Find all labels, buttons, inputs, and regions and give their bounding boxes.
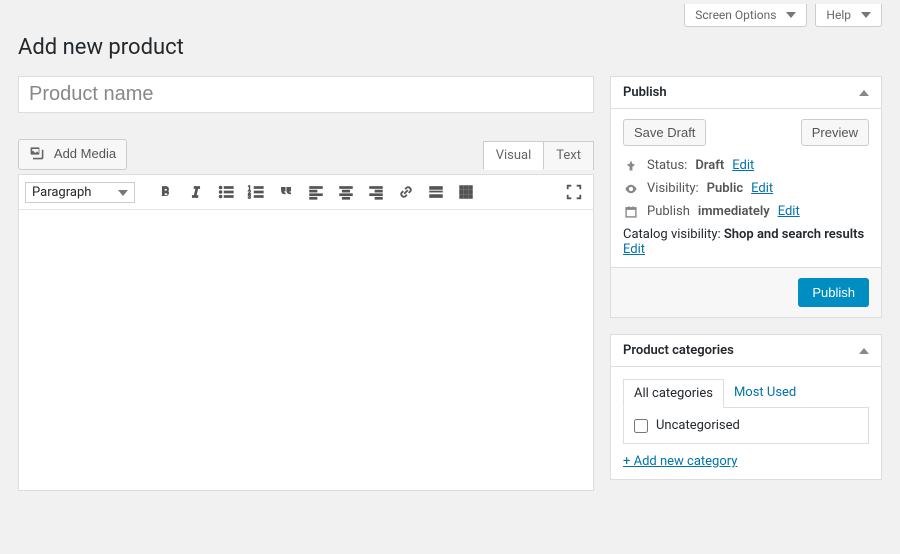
toolbar-toggle-button[interactable] — [453, 179, 479, 205]
categories-panel: Product categories All categories Most U… — [610, 334, 882, 480]
category-checkbox-input[interactable] — [634, 419, 648, 433]
publish-button[interactable]: Publish — [798, 278, 869, 307]
chevron-up-icon — [859, 85, 869, 100]
editor-tab-text[interactable]: Text — [544, 141, 594, 170]
link-button[interactable] — [393, 179, 419, 205]
align-left-button[interactable] — [303, 179, 329, 205]
fullscreen-button[interactable] — [561, 179, 587, 205]
quote-button[interactable] — [273, 179, 299, 205]
screen-options-tab[interactable]: Screen Options — [684, 4, 807, 27]
editor-container: Paragraph 123 — [18, 174, 594, 491]
edit-schedule-link[interactable]: Edit — [778, 204, 800, 219]
format-select[interactable]: Paragraph — [25, 182, 135, 203]
help-tab[interactable]: Help — [815, 4, 882, 27]
readmore-button[interactable] — [423, 179, 449, 205]
preview-button[interactable]: Preview — [801, 119, 869, 146]
publish-panel-toggle[interactable]: Publish — [611, 77, 881, 109]
page-title: Add new product — [18, 35, 882, 60]
publish-panel: Publish Save Draft Preview Status: Draft… — [610, 76, 882, 318]
editor-toolbar: Paragraph 123 — [19, 175, 593, 210]
chevron-up-icon — [859, 343, 869, 358]
editor-tab-visual[interactable]: Visual — [483, 141, 545, 170]
italic-button[interactable] — [183, 179, 209, 205]
pin-icon — [623, 159, 639, 173]
svg-text:3: 3 — [248, 194, 251, 200]
save-draft-button[interactable]: Save Draft — [623, 119, 706, 146]
ul-button[interactable] — [213, 179, 239, 205]
edit-catalog-link[interactable]: Edit — [623, 242, 645, 257]
align-center-button[interactable] — [333, 179, 359, 205]
align-right-button[interactable] — [363, 179, 389, 205]
add-media-button[interactable]: Add Media — [18, 139, 127, 170]
calendar-icon — [623, 205, 639, 219]
ol-button[interactable]: 123 — [243, 179, 269, 205]
media-icon — [29, 145, 45, 164]
edit-visibility-link[interactable]: Edit — [751, 181, 773, 196]
edit-status-link[interactable]: Edit — [732, 158, 754, 173]
add-new-category-link[interactable]: + Add new category — [623, 454, 737, 469]
tab-all-categories[interactable]: All categories — [623, 379, 724, 408]
bold-button[interactable] — [153, 179, 179, 205]
editor-body[interactable] — [19, 210, 593, 490]
product-name-input[interactable] — [18, 76, 594, 113]
eye-icon — [623, 182, 639, 196]
category-checkbox-uncategorised[interactable]: Uncategorised — [634, 418, 858, 433]
tab-most-used[interactable]: Most Used — [724, 379, 806, 408]
chevron-down-icon — [114, 185, 128, 200]
categories-panel-toggle[interactable]: Product categories — [611, 335, 881, 367]
